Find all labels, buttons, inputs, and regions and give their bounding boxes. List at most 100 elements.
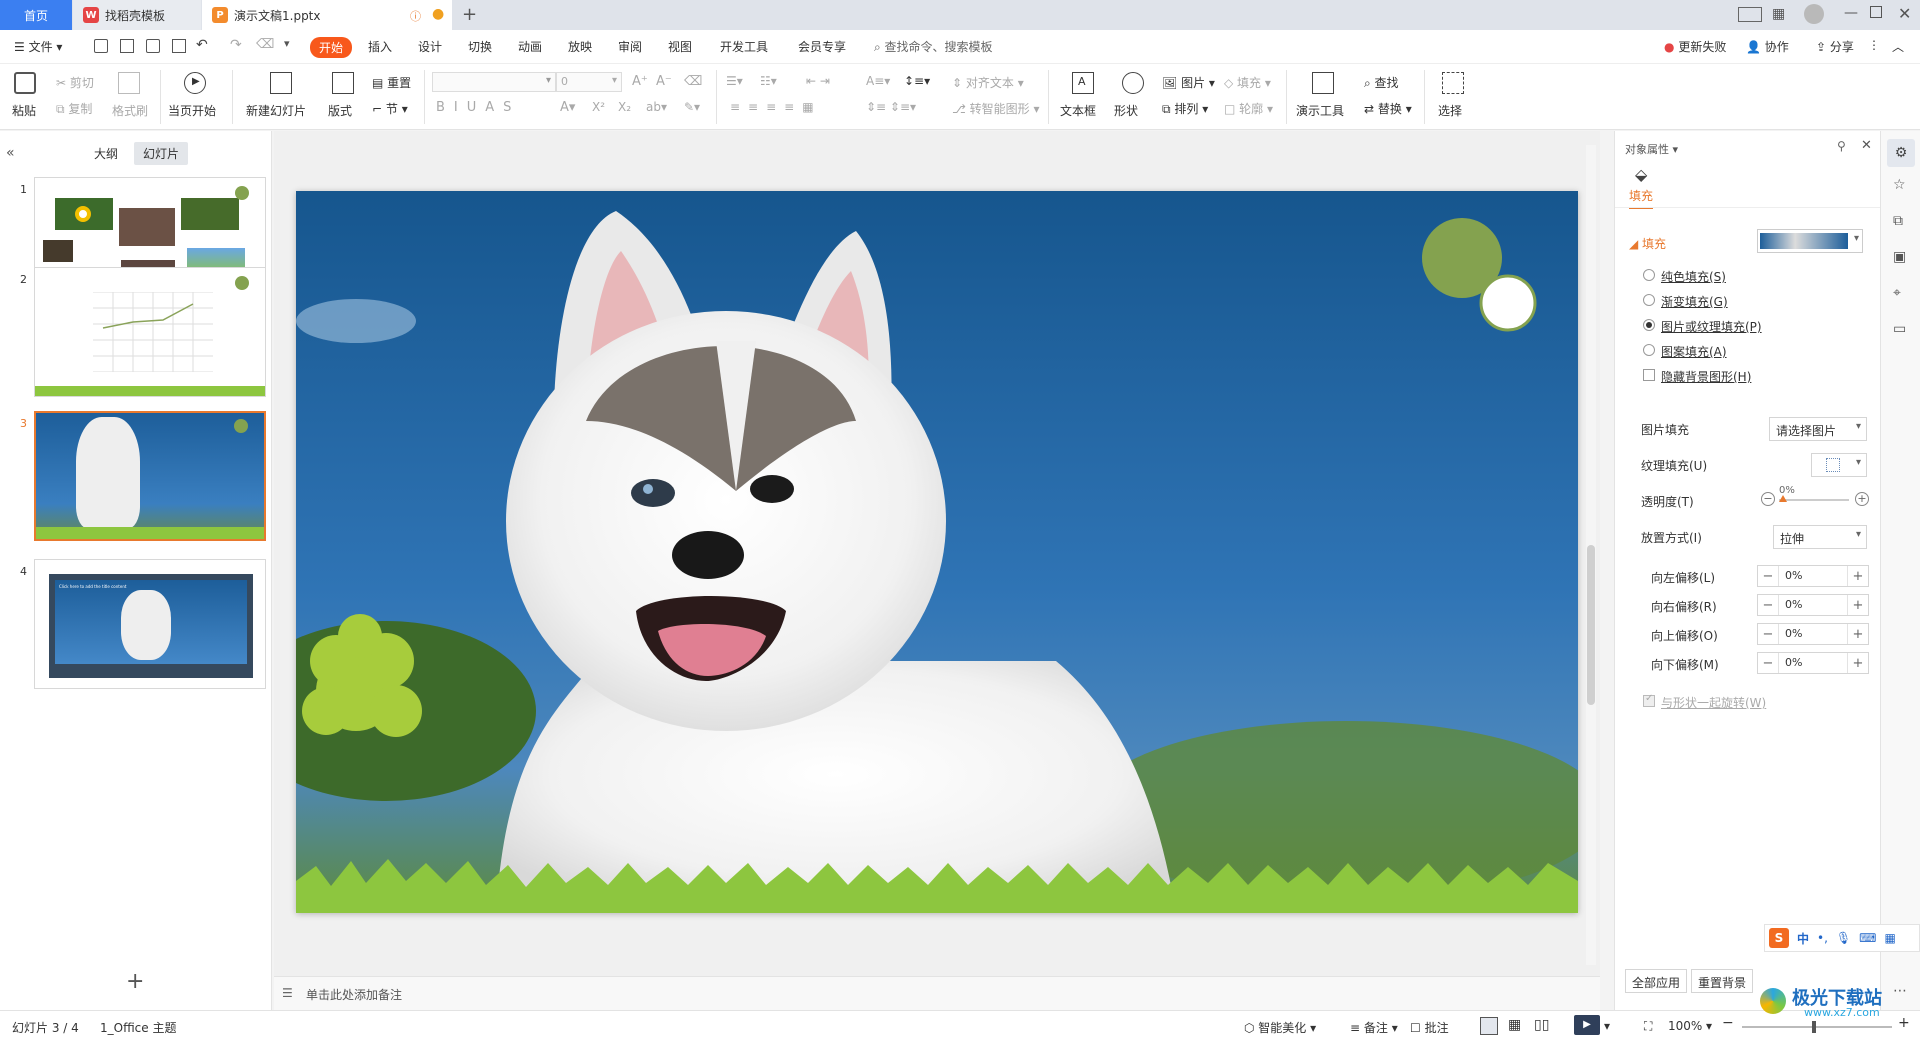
offset-top-stepper[interactable]: −0% +	[1757, 623, 1869, 645]
collapse-panel-icon[interactable]: «	[6, 145, 15, 161]
more-menu-icon[interactable]: ⋮	[1868, 38, 1880, 52]
font-grow-button[interactable]: A⁺	[632, 74, 648, 89]
spacing-buttons[interactable]: ⇕≡ ⇕≡▾	[866, 100, 916, 114]
replace-button[interactable]: ⇄ 替换 ▾	[1364, 100, 1412, 117]
zoom-level[interactable]: 100%	[1668, 1019, 1702, 1033]
more-quick-icon[interactable]: ▾	[284, 37, 290, 50]
offset-right-stepper[interactable]: −0% +	[1757, 594, 1869, 616]
redo-icon[interactable]: ↷	[230, 37, 242, 53]
picture-texture-fill-label[interactable]: 图片或纹理填充(P)	[1661, 318, 1762, 335]
export-pdf-icon[interactable]	[120, 39, 134, 53]
picture-texture-fill-radio[interactable]	[1643, 319, 1655, 331]
menu-home[interactable]: 开始	[310, 37, 353, 58]
print-icon[interactable]	[146, 39, 160, 53]
gradient-fill-radio[interactable]	[1643, 294, 1655, 306]
user-avatar[interactable]	[1804, 4, 1824, 24]
undo-icon[interactable]: ↶	[196, 37, 208, 53]
text-direction-button[interactable]: A≡▾	[866, 74, 890, 88]
superscript-button[interactable]: X²	[592, 100, 605, 114]
pin-icon[interactable]: ⚲	[1837, 139, 1846, 153]
gradient-fill-label[interactable]: 渐变填充(G)	[1661, 293, 1728, 310]
bullet-list-button[interactable]: ☰▾	[726, 74, 743, 88]
clear-format-icon[interactable]: ⌫	[256, 37, 274, 52]
close-panel-icon[interactable]: ✕	[1861, 138, 1872, 153]
slides-tab[interactable]: 幻灯片	[134, 142, 189, 165]
slideshow-dropdown-icon[interactable]: ▾	[1604, 1019, 1610, 1033]
play-slideshow-button[interactable]: ▶	[1574, 1015, 1600, 1035]
char-spacing-button[interactable]: ab▾	[646, 100, 667, 114]
fit-window-icon[interactable]: ⛶	[1644, 1019, 1652, 1034]
ime-menu-icon[interactable]: ▦	[1884, 931, 1895, 945]
hide-background-graphics-label[interactable]: 隐藏背景图形(H)	[1661, 368, 1751, 385]
outline-tab[interactable]: 大纲	[94, 145, 118, 162]
offset-left-stepper[interactable]: −0% +	[1757, 565, 1869, 587]
format-painter-button[interactable]: 格式刷	[112, 102, 148, 119]
menu-animation[interactable]: 动画	[518, 38, 542, 55]
slide-sorter-icon[interactable]: ▦	[1508, 1017, 1521, 1033]
current-slide[interactable]	[296, 191, 1578, 913]
location-icon[interactable]: ⌖	[1893, 285, 1901, 301]
decrement-icon[interactable]: −	[1758, 656, 1778, 671]
find-button[interactable]: ⌕ 查找	[1364, 74, 1399, 91]
font-shrink-button[interactable]: A⁻	[656, 74, 672, 89]
microphone-icon[interactable]: 🎙	[1836, 931, 1851, 945]
fill-section-header[interactable]: ◢ 填充	[1629, 235, 1666, 252]
shape-fill-button[interactable]: ◇ 填充 ▾	[1224, 74, 1271, 91]
fill-preview-dropdown[interactable]: ▾	[1757, 229, 1863, 253]
menu-transition[interactable]: 切换	[468, 38, 492, 55]
solid-fill-label[interactable]: 纯色填充(S)	[1661, 268, 1726, 285]
minimize-icon[interactable]: —	[1844, 5, 1858, 21]
transition-icon[interactable]: ⧉	[1893, 213, 1903, 229]
ime-toolbar[interactable]: S 中 •, 🎙 ⌨ ▦	[1764, 924, 1920, 952]
paragraph-align-buttons[interactable]: ≡≡≡≡▦	[730, 100, 822, 114]
more-tools-icon[interactable]: ⋯	[1893, 983, 1907, 999]
menu-slideshow[interactable]: 放映	[568, 38, 592, 55]
tab-home[interactable]: 首页	[0, 0, 72, 30]
file-menu[interactable]: ☰ 文件 ▾	[14, 38, 62, 55]
menu-insert[interactable]: 插入	[368, 38, 392, 55]
offset-top-value[interactable]: 0%	[1778, 624, 1848, 644]
decrement-icon[interactable]: −	[1758, 569, 1778, 584]
offset-right-value[interactable]: 0%	[1778, 595, 1848, 615]
add-slide-button[interactable]: +	[126, 969, 144, 994]
update-failed-button[interactable]: ● 更新失败	[1664, 38, 1726, 55]
number-list-button[interactable]: ☷▾	[760, 74, 777, 88]
pattern-fill-label[interactable]: 图案填充(A)	[1661, 343, 1727, 360]
picture-tools-icon[interactable]: ▣	[1893, 249, 1906, 265]
font-style-buttons[interactable]: BIUAS	[436, 100, 520, 115]
arrange-button[interactable]: ⧉ 排列 ▾	[1162, 100, 1208, 117]
font-size-select[interactable]: 0 ▾	[556, 72, 622, 92]
picture-button[interactable]: 🖼 图片 ▾	[1162, 74, 1215, 91]
eraser-icon[interactable]: ⌫	[684, 74, 702, 89]
slide-thumbnail-3[interactable]	[34, 411, 266, 541]
zoom-slider-handle[interactable]	[1812, 1021, 1816, 1033]
scrollbar-thumb[interactable]	[1587, 545, 1595, 705]
increment-icon[interactable]: +	[1848, 598, 1868, 613]
layout-icon[interactable]	[1738, 7, 1762, 22]
placement-select[interactable]: 拉伸	[1773, 525, 1867, 549]
menu-member[interactable]: 会员专享	[798, 38, 846, 55]
zoom-slider[interactable]	[1742, 1021, 1892, 1033]
picture-fill-select[interactable]: 请选择图片	[1769, 417, 1867, 441]
font-family-select[interactable]: ▾	[432, 72, 556, 92]
reset-background-button[interactable]: 重置背景	[1691, 969, 1754, 993]
ime-punctuation-icon[interactable]: •,	[1817, 931, 1828, 945]
share-button[interactable]: ⇪ 分享	[1816, 38, 1854, 55]
zoom-in-button[interactable]: +	[1898, 1015, 1910, 1031]
transparency-increase-button[interactable]: +	[1855, 492, 1869, 506]
pattern-fill-radio[interactable]	[1643, 344, 1655, 356]
zoom-out-button[interactable]: −	[1722, 1015, 1734, 1031]
fill-tab[interactable]: 填充	[1629, 187, 1654, 209]
animation-icon[interactable]: ☆	[1893, 177, 1906, 193]
smart-beautify-button[interactable]: ⬡ 智能美化 ▾	[1244, 1019, 1316, 1036]
save-icon[interactable]	[94, 39, 108, 53]
transparency-slider[interactable]	[1779, 495, 1849, 502]
increment-icon[interactable]: +	[1848, 656, 1868, 671]
ime-language[interactable]: 中	[1797, 930, 1809, 947]
decrement-icon[interactable]: −	[1758, 627, 1778, 642]
apps-grid-icon[interactable]: ▦	[1772, 6, 1785, 22]
slide-thumbnail-2[interactable]	[34, 267, 266, 397]
menu-design[interactable]: 设计	[418, 38, 442, 55]
tab-templates[interactable]: W 找稻壳模板	[73, 0, 201, 30]
keyboard-icon[interactable]: ⌨	[1859, 931, 1876, 945]
